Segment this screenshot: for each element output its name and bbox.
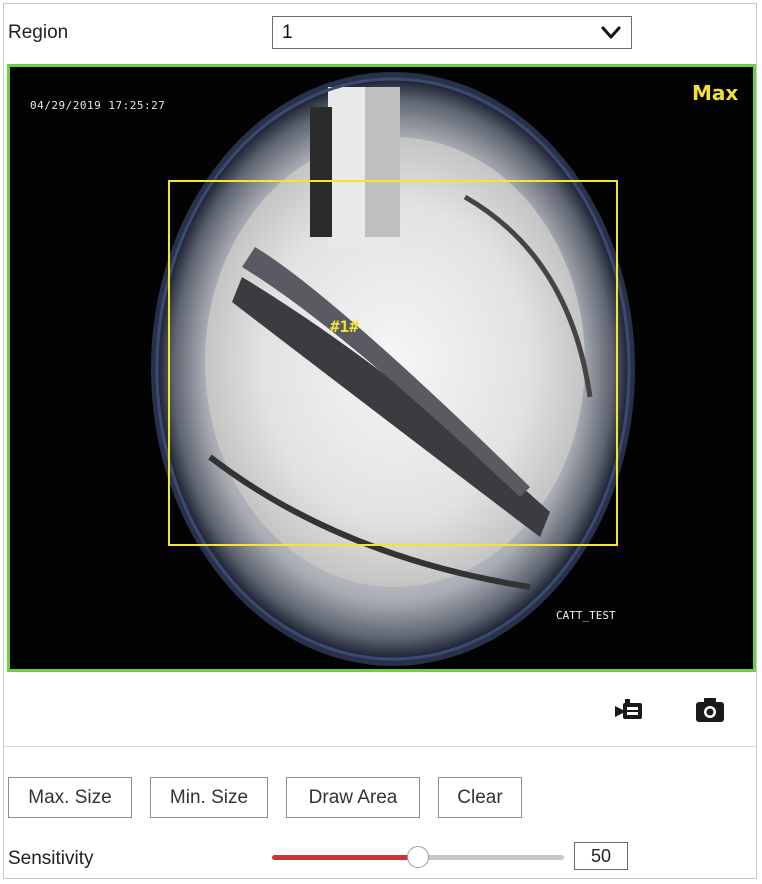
region-select-value: 1 bbox=[282, 22, 293, 43]
sensitivity-input[interactable] bbox=[574, 842, 628, 870]
chevron-down-icon bbox=[601, 26, 621, 39]
min-size-button[interactable]: Min. Size bbox=[150, 777, 268, 818]
osd-camera-name: CATT_TEST bbox=[556, 609, 616, 622]
max-size-button[interactable]: Max. Size bbox=[8, 777, 132, 818]
osd-mode-label: Max bbox=[692, 81, 739, 105]
video-preview[interactable]: 04/29/2019 17:25:27 Max #1# CATT_TEST bbox=[7, 64, 756, 672]
toolbar-divider bbox=[4, 746, 756, 747]
video-record-icon[interactable] bbox=[614, 698, 644, 722]
camera-capture-icon[interactable] bbox=[695, 697, 725, 723]
slider-fill bbox=[272, 855, 418, 860]
draw-area-button[interactable]: Draw Area bbox=[286, 777, 420, 818]
clear-button[interactable]: Clear bbox=[438, 777, 522, 818]
sensitivity-slider[interactable] bbox=[272, 845, 564, 869]
osd-target-label: #1# bbox=[330, 317, 359, 336]
region-select[interactable]: 1 bbox=[272, 16, 632, 49]
region-label: Region bbox=[8, 22, 69, 43]
sensitivity-label: Sensitivity bbox=[8, 848, 94, 869]
detection-area-box[interactable] bbox=[168, 180, 618, 546]
slider-thumb[interactable] bbox=[407, 846, 429, 868]
osd-timestamp: 04/29/2019 17:25:27 bbox=[30, 99, 166, 112]
